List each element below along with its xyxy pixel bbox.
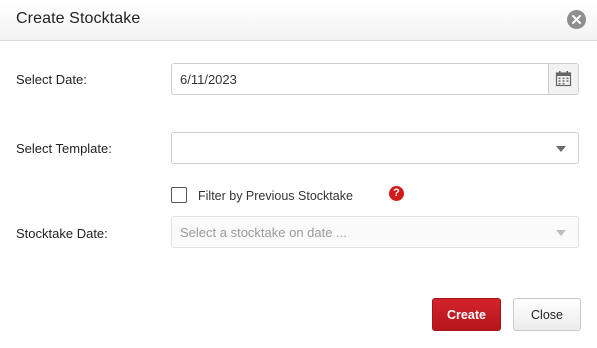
chevron-down-icon <box>556 146 566 152</box>
stocktake-date-placeholder: Select a stocktake on date ... <box>180 225 347 240</box>
stocktake-date-label: Stocktake Date: <box>16 226 108 241</box>
date-field[interactable]: 6/11/2023 <box>171 63 579 95</box>
filter-previous-checkbox[interactable] <box>171 187 187 203</box>
calendar-icon[interactable] <box>548 64 578 94</box>
close-icon[interactable] <box>567 10 586 29</box>
create-stocktake-dialog: Create Stocktake Select Date: 6/11/2023 <box>0 0 597 348</box>
chevron-down-icon <box>556 230 566 236</box>
filter-previous-label[interactable]: Filter by Previous Stocktake <box>198 189 353 203</box>
select-date-label: Select Date: <box>16 72 87 87</box>
stocktake-date-select[interactable]: Select a stocktake on date ... <box>171 216 579 248</box>
dialog-title: Create Stocktake <box>16 10 141 27</box>
create-button[interactable]: Create <box>432 298 501 331</box>
template-select[interactable] <box>171 132 579 164</box>
date-value: 6/11/2023 <box>180 72 237 87</box>
close-button[interactable]: Close <box>513 298 581 331</box>
dialog-header: Create Stocktake <box>0 0 597 41</box>
help-icon[interactable]: ? <box>389 186 404 201</box>
select-template-label: Select Template: <box>16 141 112 156</box>
